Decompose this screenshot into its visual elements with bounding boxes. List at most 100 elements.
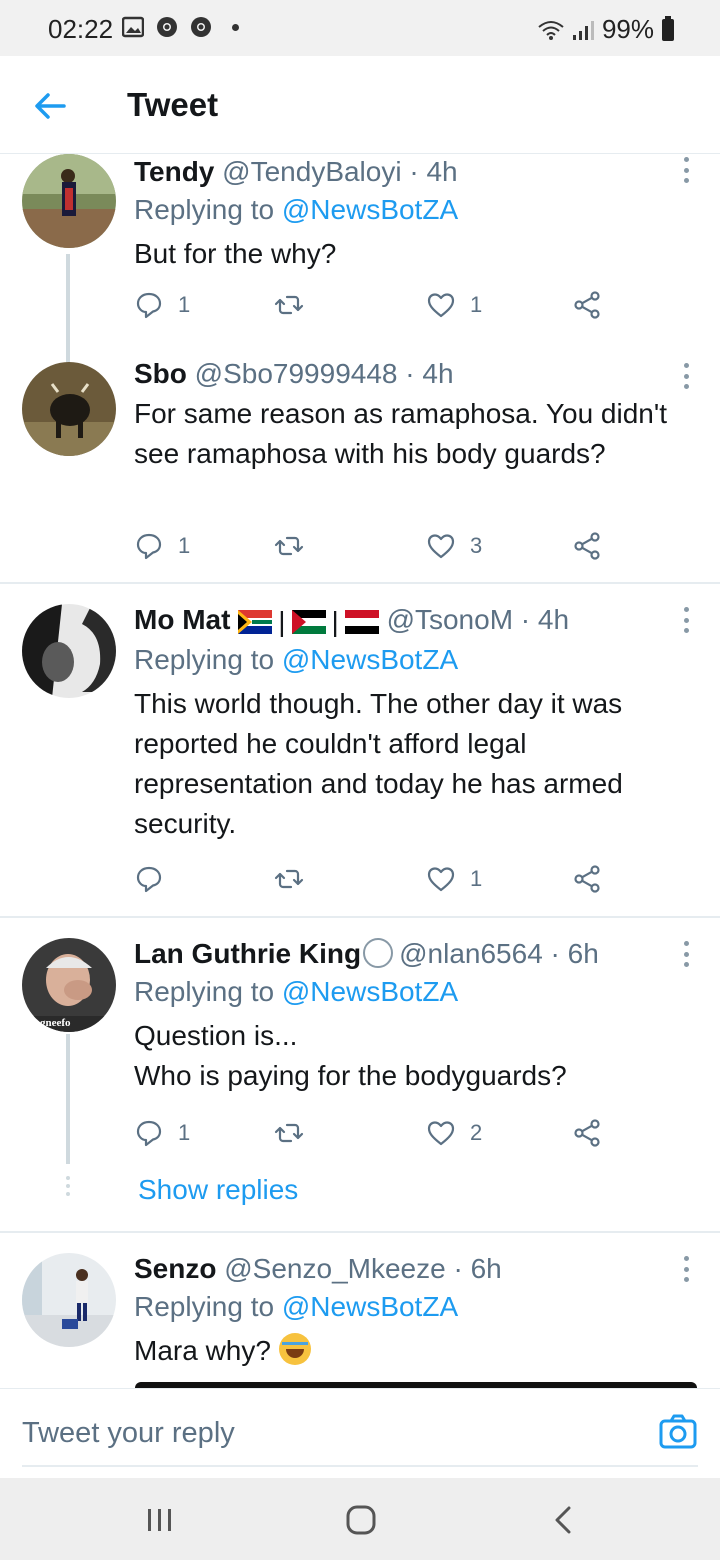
face-with-tears-of-joy-icon <box>278 1332 311 1365</box>
retweet-button[interactable] <box>274 864 318 894</box>
chrome-icon <box>191 17 211 37</box>
more-options-icon[interactable] <box>682 1256 690 1282</box>
author-name[interactable]: Senzo <box>134 1253 216 1284</box>
reply-icon <box>136 866 162 893</box>
tweet-tendy[interactable]: Tendy @TendyBaloyi · 4h Replying to @New… <box>0 154 720 364</box>
retweet-icon <box>274 536 304 556</box>
replying-to-link[interactable]: @NewsBotZA <box>282 644 458 675</box>
wifi-icon <box>538 20 564 40</box>
flag-emojis: | | <box>238 604 379 640</box>
page-title: Tweet <box>127 86 219 123</box>
heart-icon <box>427 293 455 318</box>
thread-dots <box>66 1176 70 1196</box>
reply-input-underline <box>22 1465 698 1467</box>
home-icon[interactable] <box>340 1504 380 1536</box>
avatar[interactable]: gneefo <box>22 938 116 1032</box>
tweet-time: 4h <box>422 358 454 389</box>
recents-icon[interactable] <box>140 1504 180 1536</box>
camera-icon[interactable] <box>658 1411 698 1451</box>
like-button[interactable]: 2 <box>426 1118 482 1148</box>
more-options-icon[interactable] <box>682 157 690 183</box>
replying-to: Replying to @NewsBotZA <box>134 976 459 1007</box>
reply-button[interactable] <box>134 864 178 894</box>
reply-button[interactable]: 1 <box>134 290 190 320</box>
like-count: 3 <box>470 533 483 558</box>
author-handle[interactable]: @nlan6564 <box>399 938 543 969</box>
status-time: 02:22 <box>48 14 114 44</box>
heart-icon <box>427 1121 455 1146</box>
flag-separator: | <box>278 605 286 637</box>
reply-count: 1 <box>178 292 191 317</box>
author-handle[interactable]: @TsonoM <box>387 604 513 635</box>
tweet-mo-mat[interactable]: ~ Mo Mat | | @TsonoM · 4h Replying to @N… <box>0 604 720 916</box>
replying-to-link[interactable]: @NewsBotZA <box>282 976 458 1007</box>
status-right: 99% <box>536 14 674 45</box>
like-button[interactable]: 1 <box>426 864 482 894</box>
tweet-senzo[interactable]: Senzo @Senzo_Mkeeze · 6h Replying to @Ne… <box>0 1253 720 1383</box>
heart-icon <box>427 867 455 892</box>
share-button[interactable] <box>572 1118 602 1148</box>
reply-button[interactable]: 1 <box>134 1118 190 1148</box>
like-count: 1 <box>470 292 483 317</box>
more-options-icon[interactable] <box>682 607 690 633</box>
tweet-text-line-1: Question is... <box>134 1020 298 1051</box>
avatar[interactable]: ~ <box>22 604 116 698</box>
avatar[interactable] <box>22 362 116 456</box>
palestine-flag-icon <box>291 609 326 634</box>
retweet-button[interactable] <box>274 531 318 561</box>
share-button[interactable] <box>572 531 602 561</box>
retweet-button[interactable] <box>274 1118 318 1148</box>
author-name[interactable]: Tendy <box>134 156 214 187</box>
reply-count: 1 <box>178 1120 191 1145</box>
tweet-actions: 1 3 <box>134 531 614 565</box>
more-options-icon[interactable] <box>682 363 690 389</box>
share-button[interactable] <box>572 290 602 320</box>
author-name[interactable]: Lan Guthrie King <box>134 938 361 969</box>
tweet-text: Mara why? <box>134 1331 674 1371</box>
reply-icon <box>136 292 162 319</box>
reply-count: 1 <box>178 533 191 558</box>
replying-to: Replying to @NewsBotZA <box>134 643 459 675</box>
author-name[interactable]: Sbo <box>134 358 187 389</box>
replying-to-link[interactable]: @NewsBotZA <box>282 194 458 225</box>
author-handle[interactable]: @Sbo79999448 <box>195 358 398 389</box>
share-button[interactable] <box>572 864 602 894</box>
like-button[interactable]: 3 <box>426 531 482 561</box>
tweet-actions: 1 2 <box>134 1118 614 1152</box>
author-handle[interactable]: @Senzo_Mkeeze <box>224 1253 445 1284</box>
tweet-reply-input[interactable] <box>22 1417 622 1450</box>
tweet-time: 4h <box>426 156 458 187</box>
arrow-left-icon[interactable] <box>30 86 70 126</box>
battery-percent: 99% <box>601 14 654 44</box>
show-replies-link[interactable]: Show replies <box>138 1174 298 1206</box>
status-bar: 02:22 99% <box>0 0 720 56</box>
like-count: 1 <box>470 866 483 891</box>
avatar[interactable] <box>22 154 116 248</box>
tweet-text: For same reason as ramaphosa. You didn't… <box>134 398 667 469</box>
tweet-text: But for the why? <box>134 238 337 269</box>
author-name[interactable]: Mo Mat <box>134 604 230 635</box>
replying-to: Replying to @NewsBotZA <box>134 194 459 225</box>
share-icon <box>574 1119 600 1147</box>
retweet-icon <box>274 295 304 315</box>
reply-button[interactable]: 1 <box>134 531 190 561</box>
author-handle[interactable]: @TendyBaloyi <box>222 156 401 187</box>
tweet-time: 4h <box>537 604 570 635</box>
back-chevron-icon[interactable] <box>544 1504 584 1536</box>
tweet-sbo[interactable]: Sbo @Sbo79999448 · 4h For same reason as… <box>0 358 720 584</box>
south-africa-flag-icon <box>238 609 273 634</box>
tweet-actions: 1 <box>134 864 614 898</box>
flag-separator: | <box>331 605 339 637</box>
divider <box>0 582 720 584</box>
yemen-flag-icon <box>344 609 379 634</box>
tweet-time: 6h <box>470 1253 502 1284</box>
avatar[interactable] <box>22 1253 116 1347</box>
gallery-icon <box>122 16 144 38</box>
like-button[interactable]: 1 <box>426 290 482 320</box>
replying-to-link[interactable]: @NewsBotZA <box>282 1291 458 1322</box>
more-options-icon[interactable] <box>682 941 690 967</box>
tweet-time: 6h <box>567 938 599 969</box>
retweet-button[interactable] <box>274 290 318 320</box>
tweet-lan-guthrie-king[interactable]: gneefo Lan Guthrie King @nlan6564 · 6h Re… <box>0 937 720 1232</box>
tweet-text-line-2: Who is paying for the bodyguards? <box>134 1060 567 1091</box>
